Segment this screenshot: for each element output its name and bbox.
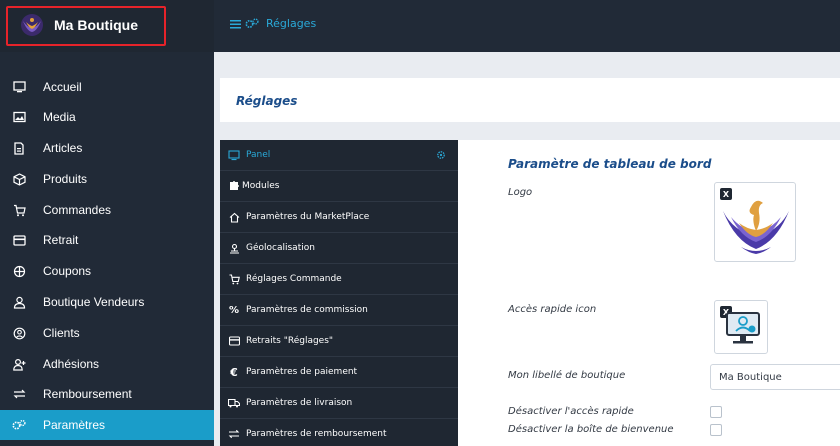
user-circle-icon [12, 326, 26, 340]
sidebar-item-parametres[interactable]: Paramètres [0, 410, 214, 440]
settings-item-retraits[interactable]: Retraits "Réglages" [220, 326, 458, 357]
hamburger-icon[interactable] [230, 19, 241, 29]
brand-name: Ma Boutique [54, 17, 138, 33]
sidebar-item-label: Clients [43, 326, 80, 340]
person-icon [12, 295, 26, 309]
page-title: Réglages [236, 94, 298, 108]
user-plus-icon [12, 357, 26, 371]
sidebar-item-label: Boutique Vendeurs [43, 295, 145, 309]
shop-label-input[interactable] [710, 364, 840, 390]
settings-item-label: Retraits "Réglages" [246, 336, 334, 346]
sidebar-item-label: Accueil [43, 80, 82, 94]
monitor-user-icon [723, 309, 763, 351]
top-bar: Ma Boutique Réglages [0, 0, 840, 52]
quick-icon-label: Accès rapide icon [508, 304, 597, 315]
disable-quick-access-checkbox[interactable] [710, 406, 722, 418]
section-title: Paramètre de tableau de bord [508, 157, 712, 171]
sidebar-item-clients[interactable]: Clients [0, 318, 214, 348]
phoenix-logo-image [721, 197, 791, 261]
monitor-icon [12, 80, 26, 94]
disable-welcome-box-label: Désactiver la boîte de bienvenue [508, 424, 674, 435]
settings-item-label: Modules [242, 181, 280, 191]
sidebar-item-articles[interactable]: Articles [0, 133, 214, 163]
topbar-title[interactable]: Réglages [266, 17, 316, 30]
sidebar-item-adhesions[interactable]: Adhésions [0, 349, 214, 379]
settings-item-remboursement[interactable]: Paramètres de remboursement [220, 419, 458, 446]
settings-item-label: Géolocalisation [246, 243, 315, 253]
refund-icon [228, 428, 240, 440]
cart-icon [228, 273, 240, 285]
puzzle-icon [228, 180, 240, 192]
settings-item-label: Paramètres de remboursement [246, 429, 387, 439]
settings-item-label: Paramètres de paiement [246, 367, 358, 377]
disable-quick-access-label: Désactiver l'accès rapide [508, 406, 634, 417]
sidebar-item-retrait[interactable]: Retrait [0, 225, 214, 255]
coupon-icon [12, 264, 26, 278]
sidebar-item-boutique-vendeurs[interactable]: Boutique Vendeurs [0, 287, 214, 317]
page-header: Réglages [220, 78, 840, 122]
settings-item-marketplace[interactable]: Paramètres du MarketPlace [220, 202, 458, 233]
settings-item-label: Paramètres de livraison [246, 398, 353, 408]
monitor-icon [228, 149, 240, 161]
cart-icon [12, 203, 26, 217]
sidebar: Accueil Media Articles Produits Commande… [0, 52, 214, 446]
location-icon [228, 242, 240, 254]
logo-upload[interactable]: X [714, 182, 796, 262]
settings-item-reglages-commande[interactable]: Réglages Commande [220, 264, 458, 295]
sidebar-item-label: Produits [43, 172, 88, 186]
sidebar-item-accueil[interactable]: Accueil [0, 72, 214, 102]
home-icon [228, 211, 240, 223]
settings-item-panel[interactable]: Panel [220, 140, 458, 171]
settings-item-label: Paramètres de commission [246, 305, 368, 315]
shop-label-label: Mon libellé de boutique [508, 370, 626, 381]
settings-item-label: Panel [246, 150, 271, 160]
card-icon [228, 335, 240, 347]
percent-icon: % [228, 304, 240, 316]
topbar-breadcrumb[interactable]: Réglages [230, 17, 316, 30]
box-icon [12, 172, 26, 186]
brand[interactable]: Ma Boutique [0, 0, 214, 52]
sidebar-item-label: Commandes [43, 203, 112, 217]
phoenix-logo-icon [20, 13, 44, 37]
gears-icon [12, 418, 26, 432]
gear-icon [436, 150, 446, 163]
sidebar-item-commandes[interactable]: Commandes [0, 195, 214, 225]
settings-menu: Panel Modules Paramètres du MarketPlace … [220, 140, 458, 446]
settings-item-geolocalisation[interactable]: Géolocalisation [220, 233, 458, 264]
sidebar-item-produits[interactable]: Produits [0, 164, 214, 194]
sidebar-item-label: Remboursement [43, 387, 132, 401]
image-icon [12, 110, 26, 124]
gears-icon [245, 18, 259, 29]
refund-icon [12, 387, 26, 401]
settings-item-label: Réglages Commande [246, 274, 342, 284]
settings-item-paiement[interactable]: € Paramètres de paiement [220, 357, 458, 388]
sidebar-item-media[interactable]: Media [0, 102, 214, 132]
sidebar-item-label: Retrait [43, 233, 79, 247]
sidebar-item-coupons[interactable]: Coupons [0, 256, 214, 286]
euro-icon: € [230, 365, 238, 379]
settings-item-livraison[interactable]: Paramètres de livraison [220, 388, 458, 419]
disable-welcome-box-checkbox[interactable] [710, 424, 722, 436]
sidebar-item-label: Adhésions [43, 357, 100, 371]
settings-item-commission[interactable]: % Paramètres de commission [220, 295, 458, 326]
sidebar-item-label: Coupons [43, 264, 92, 278]
settings-content: Paramètre de tableau de bord Logo X Accè… [458, 140, 840, 446]
sidebar-item-label: Media [43, 110, 76, 124]
main-area: Réglages Panel Modules Paramètres du Mar… [214, 52, 840, 446]
card-icon [12, 233, 26, 247]
quick-icon-upload[interactable]: X [714, 300, 768, 354]
truck-icon [228, 397, 240, 409]
logo-label: Logo [508, 187, 533, 198]
sidebar-item-remboursement[interactable]: Remboursement [0, 379, 214, 409]
settings-item-modules[interactable]: Modules [220, 171, 458, 202]
sidebar-item-label: Articles [43, 141, 83, 155]
document-icon [12, 141, 26, 155]
settings-item-label: Paramètres du MarketPlace [246, 212, 370, 222]
sidebar-item-label: Paramètres [43, 418, 106, 432]
